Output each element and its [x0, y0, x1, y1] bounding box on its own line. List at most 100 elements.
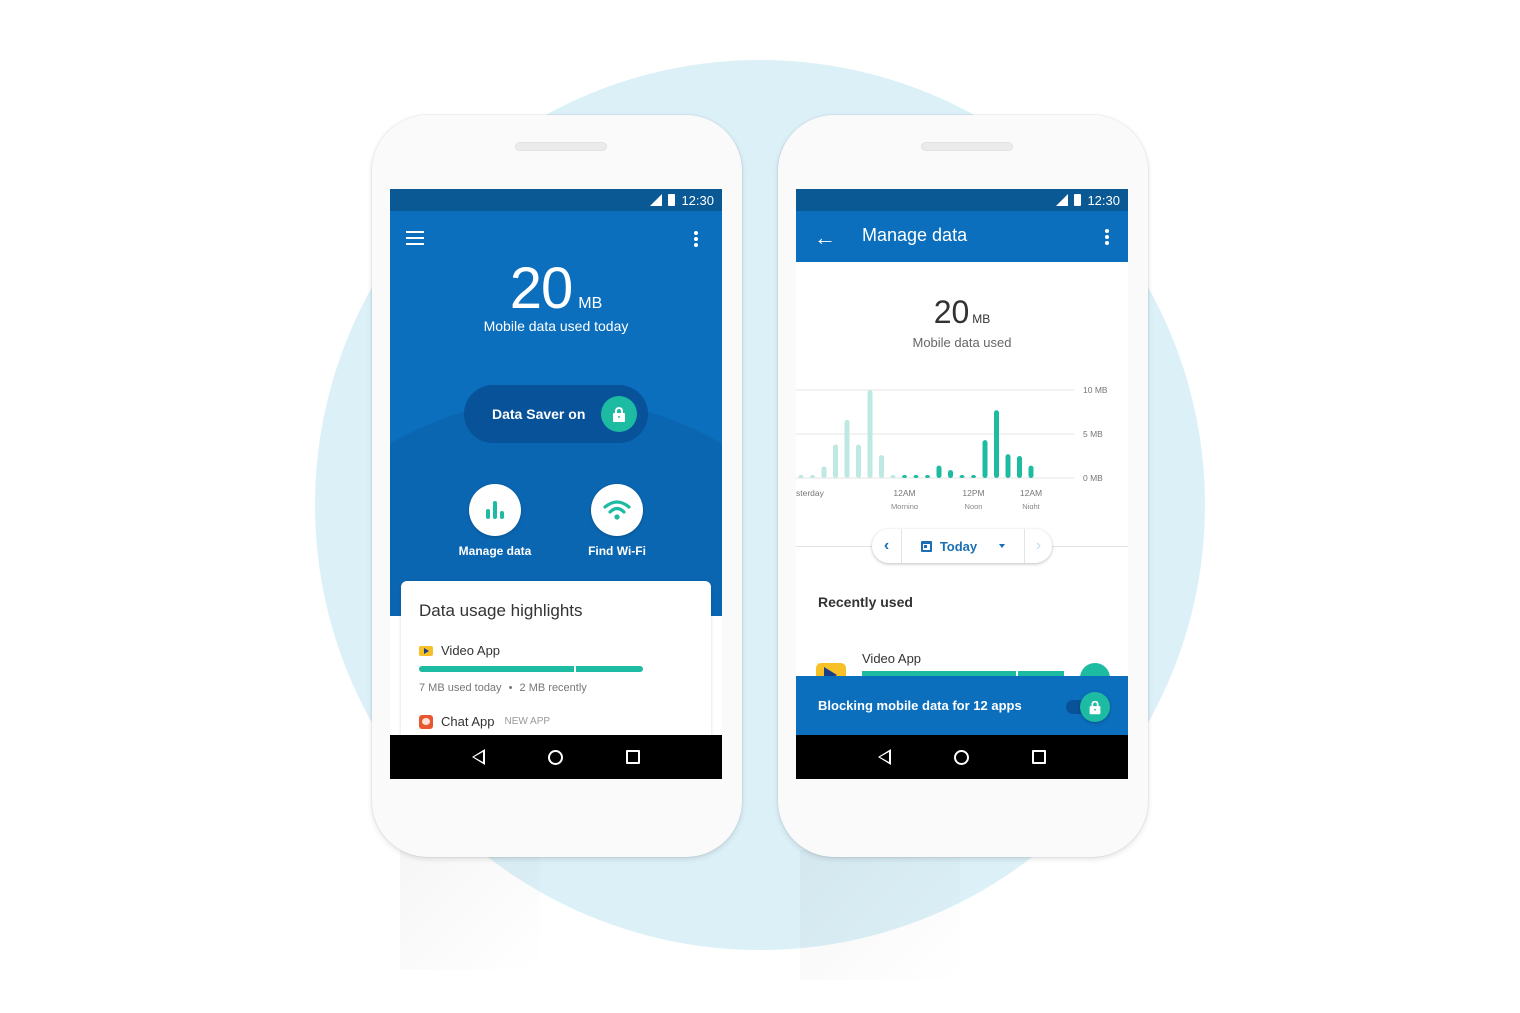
highlight-item-chat-app[interactable]: Chat App NEW APP [419, 714, 693, 729]
chat-app-icon [419, 714, 433, 729]
app-name: Chat App [441, 714, 495, 729]
chart-bar [925, 475, 930, 478]
home-screen: 12:30 20 MB Mobile data used today Data S… [390, 189, 722, 779]
chart-bar [1028, 465, 1034, 478]
page-title: Manage data [862, 225, 968, 245]
y-tick-label: 5 MB [1083, 429, 1103, 439]
usage-bar-today [419, 666, 575, 672]
usage-value: 20 [933, 294, 970, 330]
chart-bar [959, 475, 965, 478]
signal-icon [1056, 194, 1069, 206]
app-bar: 12:30 ← Manage data [796, 189, 1128, 262]
phone-shadow [400, 850, 540, 970]
home-header: 12:30 20 MB Mobile data used today Data S… [390, 189, 722, 616]
nav-bar [390, 735, 722, 779]
date-dropdown[interactable]: Today [902, 529, 1024, 563]
chart-bar [833, 444, 838, 478]
battery-icon [1074, 194, 1082, 206]
lock-icon [601, 396, 637, 432]
status-time: 12:30 [1087, 192, 1120, 208]
x-tick-label: sterday [796, 488, 825, 498]
blocking-label: Blocking mobile data for 12 apps [818, 698, 1022, 713]
x-tick-label: 12AM [1020, 488, 1042, 498]
chart-bar [844, 419, 850, 478]
nav-home-icon[interactable] [547, 749, 563, 765]
x-tick-sublabel: Noon [965, 502, 983, 509]
chart-bar [798, 475, 804, 478]
y-tick-label: 10 MB [1083, 385, 1108, 395]
nav-recents-icon[interactable] [1032, 750, 1047, 764]
signal-icon [650, 194, 663, 206]
chart-bar [867, 390, 873, 478]
usage-today: 7 MB used today [419, 682, 502, 694]
lock-icon [1080, 692, 1110, 722]
more-vert-icon[interactable] [694, 231, 698, 249]
chart-bar [971, 475, 976, 478]
bar-chart-icon [486, 501, 504, 519]
usage-summary: 20 MB Mobile data used [796, 294, 1128, 350]
caret-down-icon [999, 544, 1006, 548]
manage-data-button[interactable]: Manage data [435, 484, 555, 558]
highlight-item-video-app[interactable]: Video App 7 MB used today • 2 MB recentl… [419, 643, 693, 694]
arrow-back-icon[interactable]: ← [814, 227, 836, 249]
chart-bar [982, 440, 988, 478]
usage-caption: Mobile data used [912, 335, 1012, 350]
chart-bar [913, 475, 919, 478]
x-tick-label: 12PM [962, 488, 984, 498]
chart-bar [856, 444, 861, 478]
status-bar: 12:30 [390, 189, 722, 211]
chart-bar [994, 410, 999, 478]
more-vert-icon[interactable] [1105, 229, 1109, 247]
separator: • [508, 682, 513, 694]
nav-home-icon[interactable] [953, 749, 969, 765]
hamburger-menu-icon[interactable] [406, 231, 424, 249]
card-title: Data usage highlights [419, 601, 583, 620]
status-bar: 12:30 [796, 189, 1128, 211]
chart-bar [879, 455, 884, 478]
nav-recents-icon[interactable] [626, 750, 641, 764]
app-name: Video App [862, 651, 922, 666]
section-title: Recently used [818, 594, 913, 610]
chart-bar [1005, 454, 1011, 478]
chart-bar [810, 475, 815, 478]
video-app-icon [419, 645, 433, 656]
y-tick-label: 0 MB [1083, 473, 1103, 483]
usage-recent: 2 MB recently [519, 682, 587, 694]
phone-home: 12:30 20 MB Mobile data used today Data S… [372, 115, 742, 857]
manage-data-label: Manage data [458, 544, 532, 558]
usage-chart: 0 MB 5 MB 10 MB sterday 12AM Morning 12PM Noon 1… [796, 385, 1108, 509]
calendar-icon [920, 540, 932, 552]
blocking-banner: Blocking mobile data for 12 apps [796, 676, 1128, 735]
usage-unit: MB [578, 295, 603, 312]
nav-back-icon[interactable] [877, 749, 891, 765]
usage-summary: 20 MB Mobile data used today [390, 255, 722, 334]
phone-speaker [515, 142, 607, 151]
nav-bar [796, 735, 1128, 779]
usage-unit: MB [972, 312, 991, 326]
x-tick-sublabel: Night [1022, 502, 1040, 509]
usage-bar [419, 666, 643, 672]
usage-meta: 7 MB used today • 2 MB recently [419, 682, 693, 694]
x-tick-sublabel: Morning [891, 502, 918, 509]
find-wifi-label: Find Wi-Fi [588, 544, 646, 558]
usage-value: 20 [509, 256, 574, 321]
date-selector: ‹ Today › [872, 529, 1052, 563]
date-label: Today [939, 538, 978, 554]
chevron-left-icon[interactable]: ‹ [872, 529, 902, 563]
chart-bar [1017, 456, 1022, 478]
data-saver-button[interactable]: Data Saver on [464, 385, 648, 443]
blocking-toggle[interactable] [1066, 692, 1110, 722]
chevron-right-icon[interactable]: › [1024, 529, 1052, 563]
nav-back-icon[interactable] [471, 749, 485, 765]
battery-icon [668, 194, 676, 206]
chart-bar [948, 470, 953, 478]
usage-bar-recent [576, 666, 643, 672]
chart-bar [902, 475, 907, 478]
manage-data-screen: 12:30 ← Manage data 20 MB Mobile data use… [796, 189, 1128, 779]
chart-bar [890, 475, 896, 478]
app-name: Video App [441, 643, 501, 658]
data-saver-label: Data Saver on [492, 406, 586, 422]
find-wifi-button[interactable]: Find Wi-Fi [557, 484, 677, 558]
usage-caption: Mobile data used today [483, 318, 629, 334]
new-app-badge: NEW APP [504, 716, 551, 727]
